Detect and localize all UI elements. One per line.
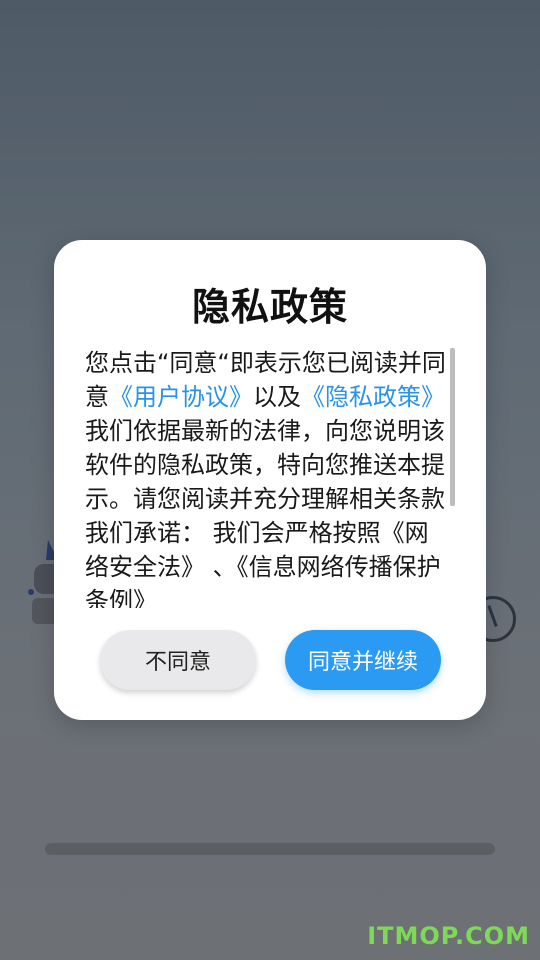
- dialog-title: 隐私政策: [191, 285, 348, 329]
- watermark: ITMOP.COM: [367, 922, 530, 950]
- screen: 隐私政策 您点击“同意“即表示您已阅读并同意《用户协议》以及《隐私政策》我们依据…: [0, 0, 540, 960]
- policy-text-scroll-area[interactable]: 您点击“同意“即表示您已阅读并同意《用户协议》以及《隐私政策》我们依据最新的法律…: [85, 346, 447, 608]
- policy-text: 您点击“同意“即表示您已阅读并同意《用户协议》以及《隐私政策》我们依据最新的法律…: [85, 346, 447, 608]
- policy-text-part-3: 我们依据最新的法律，向您说明该软件的隐私政策，特向您推送本提示。请您阅读并充分理…: [85, 417, 445, 608]
- privacy-policy-link[interactable]: 《隐私政策》: [301, 383, 445, 411]
- agree-and-continue-button[interactable]: 同意并继续: [285, 630, 441, 690]
- disagree-button[interactable]: 不同意: [100, 630, 256, 690]
- privacy-dialog: 隐私政策 您点击“同意“即表示您已阅读并同意《用户协议》以及《隐私政策》我们依据…: [54, 240, 486, 720]
- user-agreement-link[interactable]: 《用户协议》: [109, 383, 253, 411]
- background-bar: [45, 843, 495, 855]
- scrollbar[interactable]: [450, 348, 455, 506]
- policy-text-part-2: 以及: [253, 383, 301, 411]
